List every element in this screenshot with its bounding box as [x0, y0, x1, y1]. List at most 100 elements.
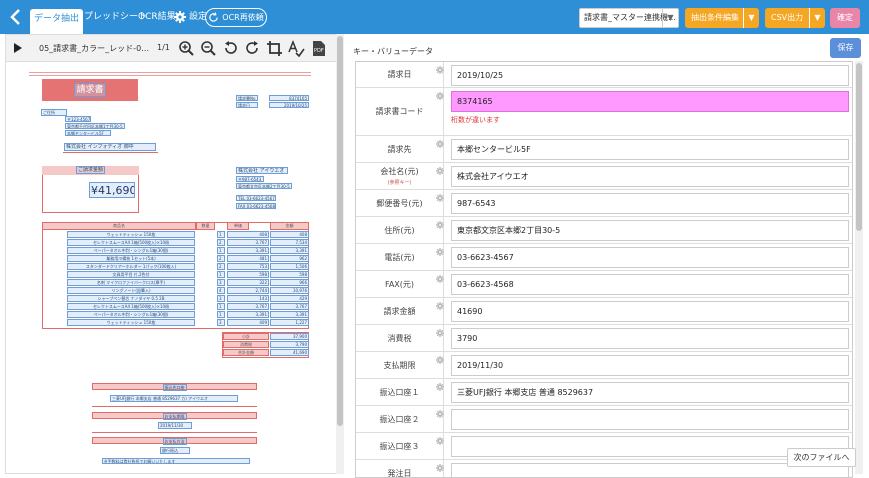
gear-icon[interactable] [436, 248, 444, 256]
chevron-down-icon[interactable]: ▼ [809, 8, 825, 28]
kv-row: 支払期限 2019/11/30 [356, 352, 852, 379]
zoom-out-icon[interactable] [200, 40, 217, 57]
item-total-cell: 3,391 [270, 311, 309, 318]
top-bar: データ抽出 スプレッドシート OCR結果 設定 OCR再依頼 請求書_マスター連… [0, 0, 869, 34]
gear-icon[interactable] [436, 140, 444, 148]
kv-label-text: 支払期限 [383, 360, 416, 370]
amount-label-band: ご請求金額 [42, 166, 139, 175]
kv-row: FAX(元) 03-6623-4568 [356, 271, 852, 298]
deadline-label: お支払期限 [162, 413, 187, 420]
kv-value-field[interactable]: 2019/11/30 [451, 355, 849, 376]
gear-icon[interactable] [436, 275, 444, 283]
kv-value-field[interactable]: 8374165 [451, 91, 849, 112]
gear-icon[interactable] [436, 437, 444, 445]
chevron-down-icon: ▼ [662, 9, 678, 27]
next-file-button[interactable]: 次のファイルへ [787, 448, 856, 467]
rotate-left-icon[interactable] [222, 40, 239, 57]
summary-label: 合計金額 [223, 349, 269, 356]
svg-text:PDF: PDF [314, 48, 324, 54]
summary-label: 消費税 [223, 341, 269, 348]
gear-icon[interactable] [436, 302, 444, 310]
kv-scrollbar-thumb[interactable] [856, 63, 862, 231]
address-line-2: 東京都千代田区本郷1丁目30-5 [65, 123, 125, 129]
item-qty-cell: 2 [217, 239, 225, 246]
deadline-label-band: お支払期限 [92, 412, 257, 420]
play-icon[interactable] [14, 43, 22, 53]
item-price-cell: 143 [227, 295, 269, 302]
invoice-no-label: 請求書No [236, 95, 258, 101]
kv-value-field[interactable]: 株式会社アイウエオ [451, 166, 849, 187]
kv-label-text: 請求先 [387, 144, 412, 154]
save-button[interactable]: 保存 [830, 38, 861, 58]
item-total-cell: 7,534 [270, 239, 309, 246]
kv-value-field[interactable]: 03-6623-4568 [451, 274, 849, 295]
gear-icon[interactable] [436, 464, 444, 472]
ocr-retry-button[interactable]: OCR再依頼 [205, 8, 267, 27]
issuer-line-4: FAX 03-6623-4568 [236, 203, 276, 209]
extract-settings-label: 抽出条件編集 [691, 13, 739, 22]
gear-icon[interactable] [436, 194, 444, 202]
kv-row: 請求金額 41690 [356, 298, 852, 325]
pdf-icon[interactable]: PDF [310, 40, 327, 57]
kv-label-text: 会社名(元) [380, 167, 419, 176]
zoom-in-icon[interactable] [178, 40, 195, 57]
item-qty-cell: 2 [217, 255, 225, 262]
rotate-right-icon[interactable] [244, 40, 261, 57]
kv-value-field[interactable] [451, 409, 849, 430]
issuer-line-2: 東京都文京区本郷2丁目30-5 [236, 183, 292, 189]
crop-icon[interactable] [266, 40, 283, 57]
kv-value-field[interactable]: 本郷センタービル5F [451, 139, 849, 160]
csv-export-button[interactable]: CSV出力 ▼ [765, 8, 825, 28]
kv-label: 発注日 [356, 460, 444, 477]
kv-row: 請求書コード 8374165 桁数が違います [356, 88, 852, 136]
method-label-band: お支払方法 [92, 437, 257, 445]
confirm-button[interactable]: 確定 [830, 8, 860, 28]
kv-row: 消費税 3790 [356, 325, 852, 352]
kv-panel-title: キー・バリューデータ [353, 47, 433, 56]
template-select[interactable]: 請求書_マスター連携機… ▼ [579, 8, 679, 28]
kv-label-text: 振込口座２ [379, 414, 420, 424]
kv-label-sub: (参照キー) [387, 180, 412, 186]
kv-label-text: 振込口座３ [379, 441, 420, 451]
col-header-item: 商品名 [42, 222, 196, 230]
gear-icon[interactable] [436, 410, 444, 418]
kv-value-field[interactable]: 東京都文京区本郷2丁目30-5 [451, 220, 849, 241]
gear-icon[interactable] [436, 66, 444, 74]
item-name-cell: シャープペン替芯 ナノダイヤ 0.5 2B [67, 295, 195, 302]
page-indicator: 1/1 [157, 43, 170, 52]
gear-icon[interactable] [436, 356, 444, 364]
back-icon[interactable] [6, 7, 26, 27]
kv-value-field[interactable]: 41690 [451, 301, 849, 322]
spell-check-icon[interactable] [288, 40, 305, 57]
amount-label: ご請求金額 [75, 166, 105, 174]
invoice-date-label: 請求日 [236, 102, 258, 108]
col-header-price: 単価 [227, 222, 249, 230]
kv-row: 発注日 [356, 460, 852, 477]
chevron-down-icon[interactable]: ▼ [743, 8, 759, 28]
kv-value-field[interactable]: 03-6623-4567 [451, 247, 849, 268]
kv-value-field[interactable]: 3790 [451, 328, 849, 349]
kv-value-field[interactable]: 987-6543 [451, 193, 849, 214]
item-qty-cell: 1 [217, 311, 225, 318]
kv-value-field[interactable]: 2019/10/25 [451, 65, 849, 86]
gear-icon[interactable] [436, 383, 444, 391]
gear-icon[interactable] [436, 329, 444, 337]
kv-value-field[interactable]: 三菱UFJ銀行 本郷支店 普通 8529637 [451, 382, 849, 403]
item-price-cell: 481 [227, 255, 269, 262]
invoice-title-box: 請求書 [42, 79, 138, 101]
item-qty-cell: 4 [217, 287, 225, 294]
kv-label: 郵便番号(元) [356, 190, 444, 216]
item-price-cell: 409 [227, 319, 269, 326]
extract-settings-button[interactable]: 抽出条件編集 ▼ [685, 8, 759, 28]
bank-value: 三菱UFJ銀行 本郷支店 普通 8529637 カ) アイウエオ [110, 395, 238, 402]
kv-label: 住所(元) [356, 217, 444, 243]
address-line-1: 〒123-4567 [65, 116, 91, 122]
item-qty-cell: 3 [217, 319, 225, 326]
gear-icon[interactable] [436, 167, 444, 175]
document-scrollbar-thumb[interactable] [337, 36, 343, 426]
gear-icon[interactable] [436, 221, 444, 229]
gear-icon[interactable] [436, 92, 444, 100]
item-name-cell: 業務用爪楊枝 1セット(5本) [67, 255, 195, 262]
kv-label-text: 郵便番号(元) [376, 198, 423, 208]
bank-label: 振込先口座 [162, 384, 187, 391]
